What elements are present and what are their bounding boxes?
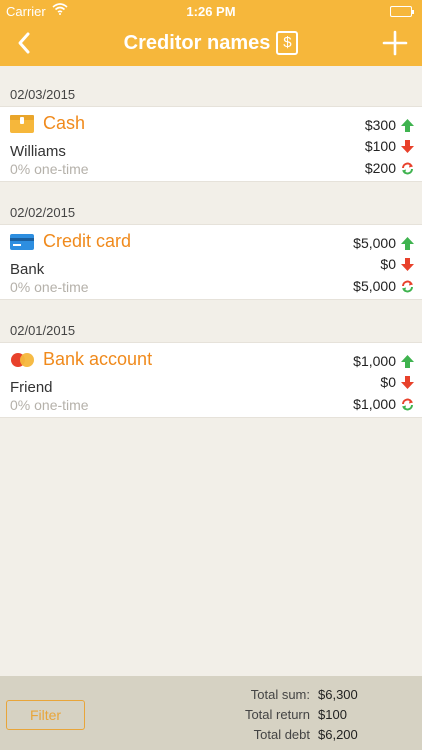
entry-name: Cash xyxy=(43,113,86,133)
entry-sum: $1,000 xyxy=(353,353,396,369)
list-item[interactable]: Credit card Bank 0% one-time $5,000 $0 $… xyxy=(0,224,422,300)
page-title: Creditor names $ xyxy=(0,31,422,55)
section-date: 02/01/2015 xyxy=(10,323,76,338)
entry-return: $0 xyxy=(380,374,396,390)
entry-debt: $200 xyxy=(364,160,396,176)
entry-person: Williams xyxy=(10,143,66,160)
header: Carrier 1:26 PM Creditor names $ xyxy=(0,0,422,66)
totals-footer: Filter Total sum: $6,300 Total return $1… xyxy=(0,676,422,750)
filter-button[interactable]: Filter xyxy=(6,700,85,730)
entry-return: $100 xyxy=(364,138,396,154)
status-time: 1:26 PM xyxy=(186,4,236,19)
cycle-arrows-icon xyxy=(401,280,414,293)
plus-icon xyxy=(382,30,408,56)
section-date: 02/03/2015 xyxy=(10,87,76,102)
entry-return: $0 xyxy=(380,256,396,272)
total-debt-value: $6,200 xyxy=(318,727,358,742)
arrow-down-icon xyxy=(401,376,414,389)
total-sum-value: $6,300 xyxy=(318,687,358,702)
entry-sum: $300 xyxy=(364,117,396,133)
page-title-text: Creditor names xyxy=(123,32,271,54)
section-date: 02/02/2015 xyxy=(10,205,76,220)
arrow-down-icon xyxy=(401,140,414,153)
list-item[interactable]: Cash Williams 0% one-time $300 $100 $200 xyxy=(0,106,422,182)
dollar-badge-icon: $ xyxy=(276,31,299,55)
entry-rate: 0% one-time xyxy=(10,279,89,295)
entry-debt: $5,000 xyxy=(353,278,396,294)
arrow-up-icon xyxy=(401,355,414,368)
list-item[interactable]: Bank account Friend 0% one-time $1,000 $… xyxy=(0,342,422,418)
entry-name: Bank account xyxy=(43,349,153,369)
entry-rate: 0% one-time xyxy=(10,397,89,413)
wallet-icon xyxy=(10,115,34,133)
total-sum-label: Total sum: xyxy=(250,687,310,702)
entry-person: Friend xyxy=(10,379,53,396)
status-bar: Carrier 1:26 PM xyxy=(0,0,422,22)
add-button[interactable] xyxy=(380,28,410,58)
arrow-down-icon xyxy=(401,258,414,271)
arrow-up-icon xyxy=(401,237,414,250)
nav-bar: Creditor names $ xyxy=(0,22,422,66)
credit-card-icon xyxy=(10,233,34,251)
entry-name: Credit card xyxy=(43,231,132,251)
battery-icon xyxy=(390,6,414,17)
cycle-arrows-icon xyxy=(401,162,414,175)
bank-account-icon xyxy=(10,351,34,369)
entry-person: Bank xyxy=(10,261,45,278)
total-return-label: Total return xyxy=(244,707,310,722)
arrow-up-icon xyxy=(401,119,414,132)
entry-sum: $5,000 xyxy=(353,235,396,251)
total-return-value: $100 xyxy=(318,707,347,722)
cycle-arrows-icon xyxy=(401,398,414,411)
entry-debt: $1,000 xyxy=(353,396,396,412)
total-debt-label: Total debt xyxy=(253,727,310,742)
entry-rate: 0% one-time xyxy=(10,161,89,177)
